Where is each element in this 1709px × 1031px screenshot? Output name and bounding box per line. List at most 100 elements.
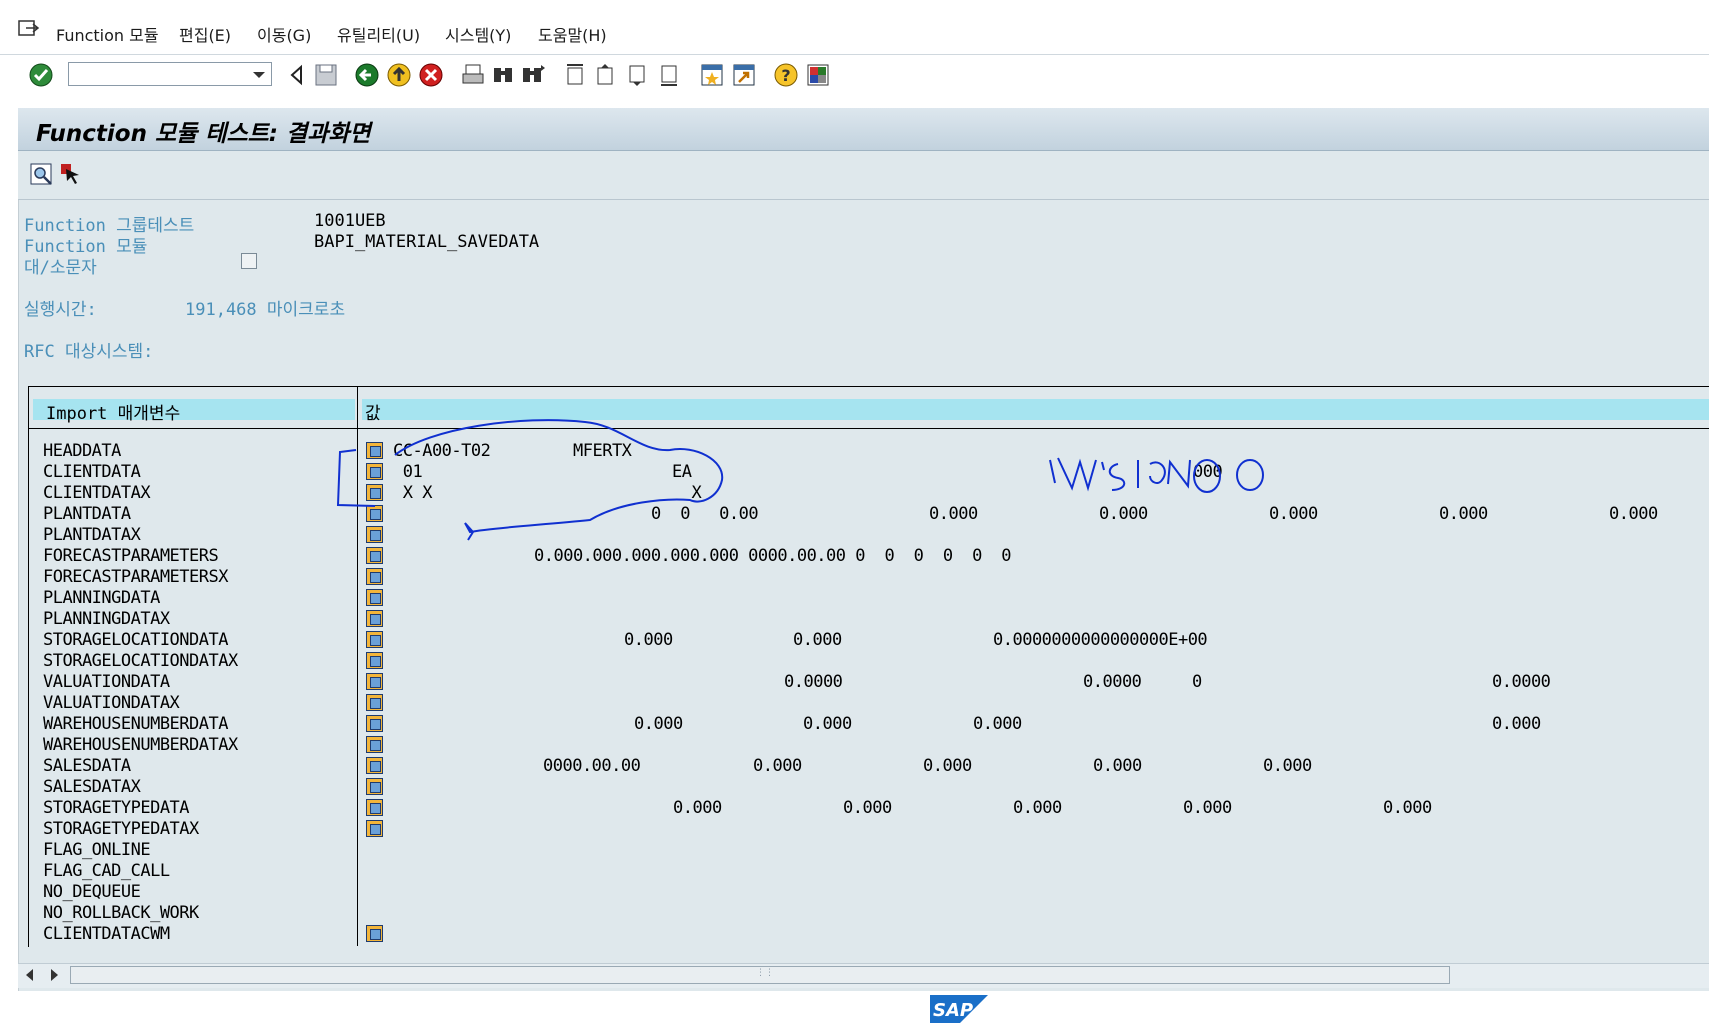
param-name: HEADDATA <box>43 441 121 461</box>
param-name: CLIENTDATAX <box>43 483 151 503</box>
param-value: 0000.00.00 <box>543 756 641 776</box>
param-value: 0.000 <box>1439 504 1488 524</box>
structure-detail-icon[interactable] <box>366 757 383 774</box>
structure-detail-icon[interactable] <box>366 820 383 837</box>
structure-detail-icon[interactable] <box>366 610 383 627</box>
save-icon[interactable] <box>313 62 339 88</box>
structure-detail-icon[interactable] <box>366 673 383 690</box>
cancel-red-icon[interactable] <box>418 62 444 88</box>
column-header-param[interactable]: Import 매개변수 <box>33 399 355 424</box>
structure-detail-icon[interactable] <box>366 694 383 711</box>
menu-toggle-icon[interactable] <box>18 18 40 38</box>
layout-icon[interactable] <box>805 62 831 88</box>
param-name: WAREHOUSENUMBERDATAX <box>43 735 238 755</box>
status-bar <box>0 991 1709 1031</box>
runtime-value: 191,468 마이크로초 <box>185 300 346 320</box>
param-value: 0.000 <box>793 630 842 650</box>
param-value: 000 <box>1193 462 1223 482</box>
help-icon[interactable]: ? <box>773 62 799 88</box>
enter-check-icon[interactable] <box>28 62 54 88</box>
svg-text:SAP: SAP <box>933 1000 973 1021</box>
param-name: SALESDATAX <box>43 777 141 797</box>
param-value: 01 <box>393 462 423 482</box>
structure-detail-icon[interactable] <box>366 799 383 816</box>
prev-page-icon[interactable] <box>592 62 618 88</box>
column-divider <box>357 386 358 946</box>
menu-help[interactable]: 도움말(H) <box>538 22 607 46</box>
param-name: NO_DEQUEUE <box>43 882 141 902</box>
new-session-icon[interactable] <box>699 62 725 88</box>
structure-detail-icon[interactable] <box>366 505 383 522</box>
structure-detail-icon[interactable] <box>366 925 383 942</box>
param-value: 0.000 <box>973 714 1022 734</box>
param-value: 0.000.000.000.000.000 0000.00.00 0 0 0 0… <box>534 546 1012 566</box>
param-value: 0.000 <box>1093 756 1142 776</box>
param-name: STORAGELOCATIONDATA <box>43 630 228 650</box>
structure-detail-icon[interactable] <box>366 484 383 501</box>
param-value: 0.000 <box>673 798 722 818</box>
param-value: 0.0000000000000000E+00 <box>993 630 1208 650</box>
back-green-icon[interactable] <box>354 62 380 88</box>
structure-detail-icon[interactable] <box>366 631 383 648</box>
param-name: CLIENTDATACWM <box>43 924 170 944</box>
scrollbar-thumb[interactable]: ⋮⋮ <box>70 966 1450 984</box>
param-value: 0.000 <box>1013 798 1062 818</box>
param-value: X X <box>393 483 433 503</box>
structure-detail-icon[interactable] <box>366 526 383 543</box>
param-name: STORAGELOCATIONDATAX <box>43 651 238 671</box>
menu-bar: Function 모듈 편집(E) 이동(G) 유틸리티(U) 시스템(Y) 도… <box>0 0 1709 55</box>
menu-utilities[interactable]: 유틸리티(U) <box>337 22 420 46</box>
menu-system[interactable]: 시스템(Y) <box>445 22 511 46</box>
structure-detail-icon[interactable] <box>366 652 383 669</box>
chevron-down-icon[interactable] <box>253 72 265 78</box>
param-value: 0 <box>1192 672 1202 692</box>
exit-yellow-icon[interactable] <box>386 62 412 88</box>
structure-detail-icon[interactable] <box>366 736 383 753</box>
param-value: X <box>672 483 702 503</box>
param-value: CC-A00-T02 <box>393 441 491 461</box>
param-value: 0.000 <box>1183 798 1232 818</box>
case-sensitive-checkbox[interactable] <box>241 253 257 269</box>
param-name: VALUATIONDATA <box>43 672 170 692</box>
next-page-icon[interactable] <box>624 62 650 88</box>
param-value: 0.0000 <box>1492 672 1551 692</box>
param-value: 0.0000 <box>1083 672 1142 692</box>
case-sensitive-label: 대/소문자 <box>24 258 97 278</box>
back-arrow-icon[interactable] <box>284 62 310 88</box>
scroll-left-icon[interactable] <box>26 969 33 981</box>
column-header-value[interactable]: 값 <box>362 399 1709 424</box>
menu-function-module[interactable]: Function 모듈 <box>56 22 159 46</box>
structure-detail-icon[interactable] <box>366 589 383 606</box>
column-header-param-label: Import 매개변수 <box>46 404 181 424</box>
param-value: 0.000 <box>624 630 673 650</box>
structure-detail-icon[interactable] <box>366 778 383 795</box>
param-name: CLIENTDATA <box>43 462 141 482</box>
select-pointer-icon[interactable] <box>60 163 84 187</box>
search-icon[interactable] <box>30 163 54 187</box>
scroll-right-icon[interactable] <box>51 969 58 981</box>
structure-detail-icon[interactable] <box>366 715 383 732</box>
structure-detail-icon[interactable] <box>366 547 383 564</box>
param-value: 0.000 <box>1269 504 1318 524</box>
param-value: 0.000 <box>1099 504 1148 524</box>
structure-detail-icon[interactable] <box>366 568 383 585</box>
command-field[interactable] <box>68 62 272 86</box>
function-module-value: BAPI_MATERIAL_SAVEDATA <box>314 232 540 252</box>
param-value: 0.000 <box>1383 798 1432 818</box>
menu-goto[interactable]: 이동(G) <box>257 22 311 46</box>
first-page-icon[interactable] <box>562 62 588 88</box>
menu-edit[interactable]: 편집(E) <box>179 22 231 46</box>
shortcut-icon[interactable] <box>731 62 757 88</box>
application-toolbar <box>18 151 1709 200</box>
page-title: Function 모듈 테스트: 결과화면 <box>36 121 371 147</box>
structure-detail-icon[interactable] <box>366 442 383 459</box>
sap-logo-icon: SAP <box>930 995 988 1023</box>
last-page-icon[interactable] <box>656 62 682 88</box>
find-next-icon[interactable] <box>520 62 546 88</box>
structure-detail-icon[interactable] <box>366 463 383 480</box>
print-icon[interactable] <box>460 62 486 88</box>
find-icon[interactable] <box>490 62 516 88</box>
param-value: 0.000 <box>923 756 972 776</box>
param-value: 0.000 <box>1609 504 1658 524</box>
param-name: SALESDATA <box>43 756 131 776</box>
